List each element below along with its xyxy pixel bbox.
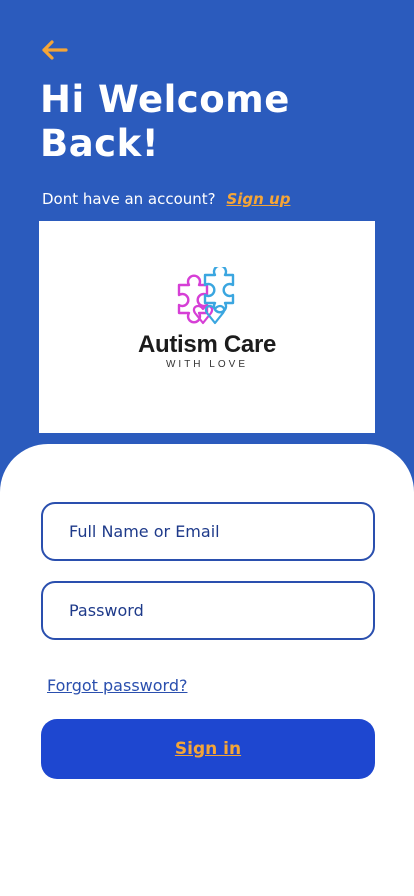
password-input[interactable] (43, 583, 373, 638)
sign-in-button[interactable]: Sign in (41, 719, 375, 779)
page-title: Hi Welcome Back! (40, 78, 290, 165)
signup-prompt-text: Dont have an account? (42, 190, 216, 208)
signup-prompt-row: Dont have an account? Sign up (42, 189, 290, 209)
logo-name: Autism Care (137, 331, 277, 358)
forgot-password-link[interactable]: Forgot password? (47, 676, 187, 695)
logo-tagline: WITH LOVE (165, 359, 248, 370)
puzzle-heart-icon (177, 267, 235, 325)
name-email-field (41, 502, 375, 561)
name-email-input[interactable] (43, 504, 373, 559)
logo-card: Autism Care WITH LOVE (39, 221, 375, 433)
password-field (41, 581, 375, 640)
back-arrow-icon[interactable] (40, 36, 70, 64)
signup-link[interactable]: Sign up (226, 190, 290, 208)
